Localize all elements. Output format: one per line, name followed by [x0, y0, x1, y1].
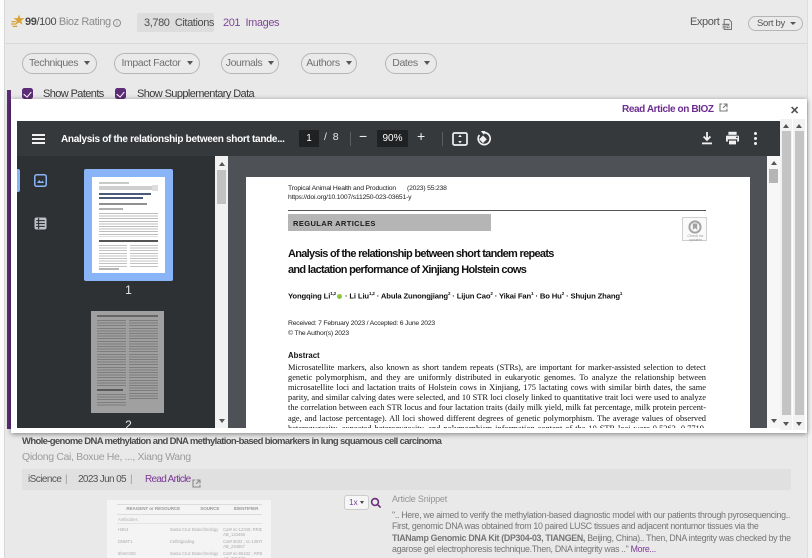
svg-text:CSV: CSV [723, 24, 731, 28]
